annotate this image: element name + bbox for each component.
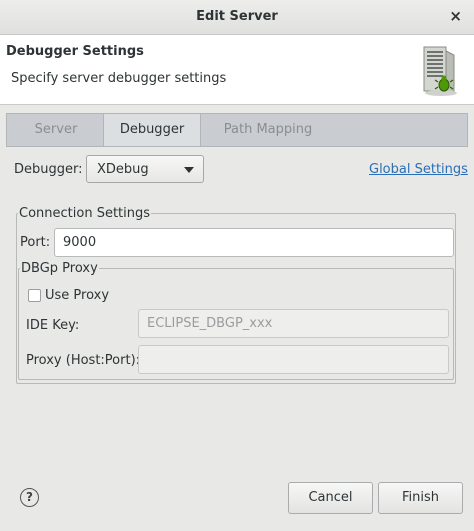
global-settings-link[interactable]: Global Settings [369, 162, 468, 177]
close-icon[interactable]: × [449, 7, 462, 25]
use-proxy-label: Use Proxy [45, 288, 110, 303]
tab-debugger[interactable]: Debugger [103, 114, 201, 146]
cancel-button[interactable]: Cancel [288, 482, 373, 514]
ide-key-field[interactable]: ECLIPSE_DBGP_xxx [138, 309, 449, 338]
debugger-label: Debugger: [14, 162, 83, 177]
proxy-host-port-label: Proxy (Host:Port): [26, 353, 141, 368]
ide-key-label: IDE Key: [26, 318, 80, 333]
connection-settings-legend: Connection Settings [19, 206, 151, 221]
help-icon[interactable]: ? [20, 488, 39, 507]
proxy-host-port-field[interactable] [138, 345, 449, 374]
debugger-select-value: XDebug [97, 162, 149, 177]
server-bug-icon [423, 46, 457, 96]
port-field[interactable]: 9000 [54, 228, 454, 257]
tab-path-mapping[interactable]: Path Mapping [213, 114, 323, 146]
port-label: Port: [20, 235, 51, 250]
chevron-down-icon [184, 167, 194, 173]
tab-bar: Server Debugger Path Mapping [6, 113, 468, 147]
finish-button[interactable]: Finish [378, 482, 463, 514]
page-description: Specify server debugger settings [11, 71, 227, 86]
page-title: Debugger Settings [6, 44, 144, 59]
window-title: Edit Server [196, 9, 278, 24]
use-proxy-checkbox[interactable] [28, 289, 41, 302]
title-bar: Edit Server × [0, 0, 474, 35]
dbgp-proxy-legend: DBGp Proxy [21, 261, 98, 276]
tab-server[interactable]: Server [21, 114, 91, 146]
header-banner: Debugger Settings Specify server debugge… [0, 35, 474, 105]
debugger-select[interactable]: XDebug [86, 155, 204, 183]
debugger-tab-panel: Debugger: XDebug Global Settings Connect… [6, 147, 468, 387]
